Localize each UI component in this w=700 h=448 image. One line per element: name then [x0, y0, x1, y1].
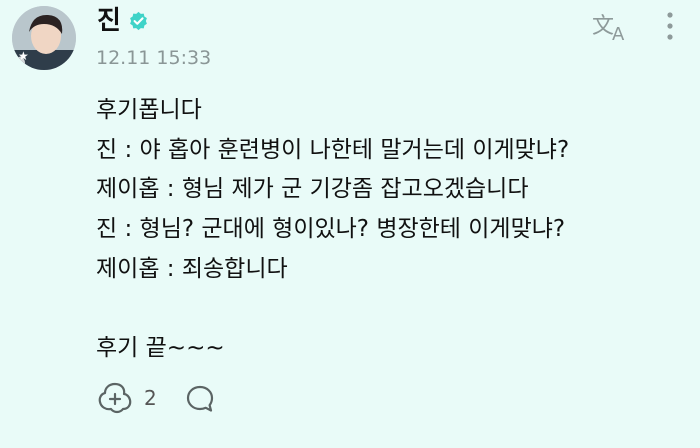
post-timestamp: 12.11 15:33 [96, 47, 212, 69]
svg-text:A: A [612, 24, 625, 42]
avatar[interactable]: ★ [12, 6, 76, 70]
avatar-image: ★ [12, 6, 76, 70]
svg-text:★: ★ [18, 49, 29, 63]
svg-text:文: 文 [592, 14, 614, 39]
author-name[interactable]: 진 [97, 4, 121, 38]
post-body: 후기폽니다 진 : 야 홉아 훈련병이 나한테 말거는데 이게맞냐? 제이홉 :… [96, 97, 570, 362]
more-vertical-icon[interactable] [655, 8, 685, 44]
reaction-icon[interactable] [96, 380, 134, 416]
comment-icon[interactable] [184, 383, 216, 415]
translate-icon[interactable]: 文 A [592, 10, 630, 42]
reaction-count: 2 [144, 386, 157, 410]
verified-badge-icon [130, 11, 147, 31]
